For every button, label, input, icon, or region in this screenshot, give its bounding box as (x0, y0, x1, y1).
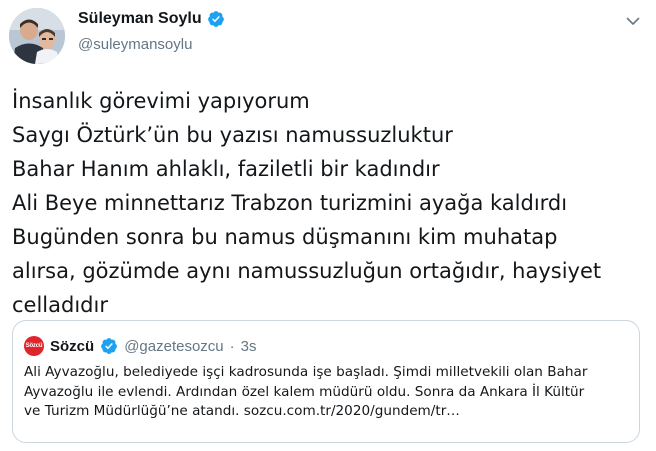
quoted-tweet-text: Ali Ayvazoğlu, belediyede işçi kadrosund… (24, 363, 630, 422)
tweet-text-line: Bugünden sonra bu namus düşmanını kim mu… (12, 225, 558, 249)
tweet-text-line: celladıdır (12, 293, 108, 317)
tweet-text-line: İnsanlık görevimi yapıyorum (12, 89, 310, 113)
quoted-tweet-card[interactable]: Sözcü Sözcü @gazetesozcu · 3s Ali Ayvazo… (12, 320, 640, 443)
verified-badge-icon (207, 10, 225, 28)
author-handle[interactable]: @suleymansoylu (78, 36, 192, 53)
tweet-text-line: Ali Beye minnettarız Trabzon turizmini a… (12, 191, 568, 215)
tweet-text-line: Bahar Hanım ahlaklı, faziletli bir kadın… (12, 157, 440, 181)
separator-dot: · (229, 337, 235, 355)
quoted-author-avatar[interactable]: Sözcü (24, 336, 44, 356)
author-avatar[interactable] (9, 8, 65, 64)
tweet-text: İnsanlık görevimi yapıyorum Saygı Öztürk… (12, 84, 642, 322)
chevron-down-icon[interactable] (624, 12, 642, 30)
tweet-text-line: alırsa, gözümde aynı namussuzluğun ortağ… (12, 259, 602, 283)
tweet-card: Süleyman Soylu @suleymansoylu İnsanlık g… (0, 0, 656, 451)
quoted-text-line: ve Turizm Müdürlüğü’ne atandı. sozcu.com… (24, 403, 460, 419)
author-display-name[interactable]: Süleyman Soylu (78, 10, 202, 28)
quoted-tweet-timestamp[interactable]: 3s (241, 338, 257, 355)
profile-photo (9, 8, 65, 64)
quoted-author-handle[interactable]: @gazetesozcu (124, 338, 223, 355)
quoted-author-name[interactable]: Sözcü (50, 338, 94, 355)
quoted-text-line: Ayvazoğlu ile evlendi. Ardından özel kal… (24, 383, 585, 400)
quoted-text-line: Ali Ayvazoğlu, belediyede işçi kadrosund… (24, 364, 588, 380)
author-name-row: Süleyman Soylu (78, 10, 225, 28)
quoted-tweet-header: Sözcü Sözcü @gazetesozcu · 3s (24, 336, 256, 356)
tweet-text-line: Saygı Öztürk’ün bu yazısı namussuzluktur (12, 123, 453, 147)
verified-badge-icon (100, 337, 118, 355)
